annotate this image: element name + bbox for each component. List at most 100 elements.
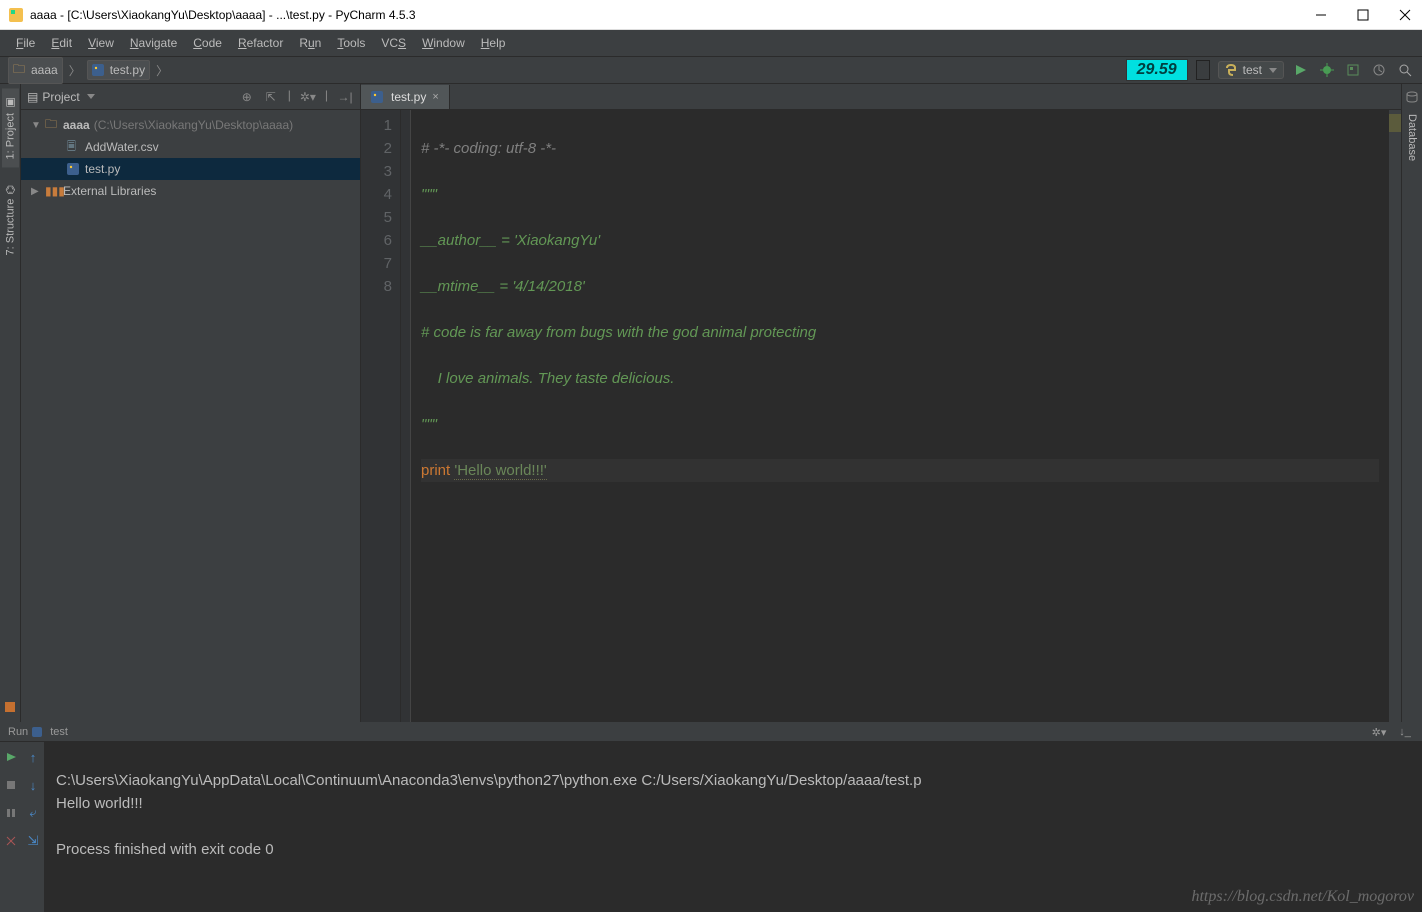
menubar: File Edit View Navigate Code Refactor Ru…: [0, 30, 1422, 56]
console-line: Hello world!!!: [56, 795, 143, 812]
window-title: aaaa - [C:\Users\XiaokangYu\Desktop\aaaa…: [30, 8, 1312, 22]
editor-scroll-marker[interactable]: [1389, 110, 1401, 722]
project-panel-header: ▤ Project ⊕ ⇱ | ✲▾ | →|: [21, 84, 360, 110]
watermark-text: https://blog.csdn.net/Kol_mogorov: [1191, 886, 1414, 908]
code-editor[interactable]: 1 2 3 4 5 6 7 8 # -*- coding: utf-8 -*- …: [361, 110, 1401, 722]
tree-root-name: aaaa: [63, 118, 90, 132]
run-panel-header: Run test ✲▾ ↓_: [0, 723, 1422, 742]
menu-edit[interactable]: Edit: [43, 34, 80, 52]
python-file-icon: [371, 91, 385, 103]
tree-project-root[interactable]: ▼ 🗀 aaaa (C:\Users\XiaokangYu\Desktop\aa…: [21, 114, 360, 136]
pause-button[interactable]: [2, 804, 20, 822]
chevron-right-icon: 〉: [156, 62, 168, 79]
arrow-down-icon[interactable]: ▼: [31, 120, 41, 131]
structure-tab-label: 7: Structure: [4, 199, 16, 256]
database-tab-icon[interactable]: [1403, 88, 1421, 106]
run-config-selector[interactable]: test: [1218, 61, 1284, 79]
navigation-bar: 🗀 aaaa 〉 test.py 〉 29.59 test: [0, 56, 1422, 84]
toolwindow-tab-database[interactable]: Database: [1404, 106, 1420, 169]
python-file-icon: [92, 64, 106, 76]
close-tab-icon[interactable]: ×: [432, 91, 438, 103]
library-icon: ▮▮▮: [45, 184, 59, 198]
editor-tabs: test.py ×: [361, 84, 1401, 110]
collapse-icon[interactable]: ⇱: [262, 88, 280, 106]
project-panel-title: Project: [42, 90, 79, 104]
left-tool-window-bar: 1: Project ▣ 7: Structure ⌬: [0, 84, 21, 722]
console-line: Process finished with exit code 0: [56, 841, 274, 858]
right-tool-window-bar: Database: [1401, 84, 1422, 722]
tree-external-libraries[interactable]: ▶ ▮▮▮ External Libraries: [21, 180, 360, 202]
debug-button[interactable]: [1318, 61, 1336, 79]
python-icon: [1225, 64, 1239, 76]
project-tab-icon: ▣: [4, 96, 17, 109]
file-icon: 🗏: [67, 138, 81, 157]
menu-help[interactable]: Help: [473, 34, 514, 52]
breadcrumb-project[interactable]: 🗀 aaaa: [8, 57, 63, 84]
chevron-down-icon: [1269, 68, 1277, 73]
menu-view[interactable]: View: [80, 34, 122, 52]
run-tool-window: Run test ✲▾ ↓_ ↑ ↓ ⤶ ⇲ C:\Users\Xiaokang…: [0, 722, 1422, 877]
breadcrumb-file[interactable]: test.py: [87, 60, 150, 80]
target-icon[interactable]: ⊕: [238, 88, 256, 106]
gear-icon[interactable]: ✲▾: [1370, 723, 1388, 741]
folder-icon: 🗀: [13, 60, 27, 81]
minimize-button[interactable]: [1312, 6, 1330, 24]
menu-navigate[interactable]: Navigate: [122, 34, 185, 52]
tree-file-label: AddWater.csv: [85, 140, 159, 154]
menu-vcs[interactable]: VCS: [373, 34, 414, 52]
soft-wrap-icon[interactable]: ⤶: [24, 804, 42, 822]
run-button[interactable]: [1292, 61, 1310, 79]
gear-icon[interactable]: ✲▾: [299, 88, 317, 106]
fold-gutter[interactable]: [401, 110, 411, 722]
pycharm-icon: [8, 7, 24, 23]
close-button[interactable]: [1396, 6, 1414, 24]
menu-window[interactable]: Window: [414, 34, 473, 52]
run-panel-title: Run: [8, 726, 28, 738]
hide-panel-icon[interactable]: ↓_: [1396, 723, 1414, 741]
hide-panel-icon[interactable]: →|: [336, 88, 354, 106]
line-number-gutter: 1 2 3 4 5 6 7 8: [361, 110, 401, 722]
menu-tools[interactable]: Tools: [329, 34, 373, 52]
tree-file-label: test.py: [85, 162, 120, 176]
maximize-button[interactable]: [1354, 6, 1372, 24]
menu-code[interactable]: Code: [185, 34, 230, 52]
run-toolbar-left: [0, 742, 22, 912]
menu-refactor[interactable]: Refactor: [230, 34, 291, 52]
menu-run[interactable]: Run: [291, 34, 329, 52]
scroll-end-icon[interactable]: ⇲: [24, 832, 42, 850]
console-output[interactable]: C:\Users\XiaokangYu\AppData\Local\Contin…: [44, 742, 1422, 912]
down-button[interactable]: ↓: [24, 776, 42, 794]
chevron-down-icon[interactable]: [87, 94, 95, 99]
project-view-icon: ▤: [27, 90, 38, 104]
search-everywhere-button[interactable]: [1396, 61, 1414, 79]
code-content[interactable]: # -*- coding: utf-8 -*- """ __author__ =…: [411, 110, 1389, 722]
arrow-right-icon[interactable]: ▶: [31, 186, 41, 197]
python-file-icon: [67, 163, 81, 175]
up-button[interactable]: ↑: [24, 748, 42, 766]
main-area: 1: Project ▣ 7: Structure ⌬ ▤ Project ⊕ …: [0, 84, 1422, 722]
editor-area: test.py × 1 2 3 4 5 6 7 8 # -*- coding: …: [361, 84, 1401, 722]
toolwindow-tab-structure[interactable]: 7: Structure ⌬: [2, 177, 19, 263]
folder-icon: 🗀: [45, 115, 59, 136]
editor-tab-label: test.py: [391, 90, 426, 104]
project-tree[interactable]: ▼ 🗀 aaaa (C:\Users\XiaokangYu\Desktop\aa…: [21, 110, 360, 722]
window-titlebar: aaaa - [C:\Users\XiaokangYu\Desktop\aaaa…: [0, 0, 1422, 30]
run-toolbar-nav: ↑ ↓ ⤶ ⇲: [22, 742, 44, 912]
database-tab-label: Database: [1406, 114, 1418, 161]
breadcrumb-project-label: aaaa: [31, 63, 58, 77]
tree-ext-lib-label: External Libraries: [63, 184, 156, 198]
tree-file-csv[interactable]: 🗏 AddWater.csv: [21, 136, 360, 158]
toolwindow-tab-project[interactable]: 1: Project ▣: [2, 88, 19, 167]
close-run-button[interactable]: [2, 832, 20, 850]
timer-extra: [1196, 60, 1210, 80]
tree-file-py[interactable]: test.py: [21, 158, 360, 180]
update-button[interactable]: [1370, 61, 1388, 79]
stop-button[interactable]: [2, 776, 20, 794]
editor-tab-test[interactable]: test.py ×: [361, 85, 450, 109]
breadcrumb-file-label: test.py: [110, 63, 145, 77]
coverage-button[interactable]: [1344, 61, 1362, 79]
menu-file[interactable]: File: [8, 34, 43, 52]
console-line: C:\Users\XiaokangYu\AppData\Local\Contin…: [56, 772, 922, 789]
rerun-button[interactable]: [2, 748, 20, 766]
leftbar-extra-icon[interactable]: [1, 698, 19, 716]
